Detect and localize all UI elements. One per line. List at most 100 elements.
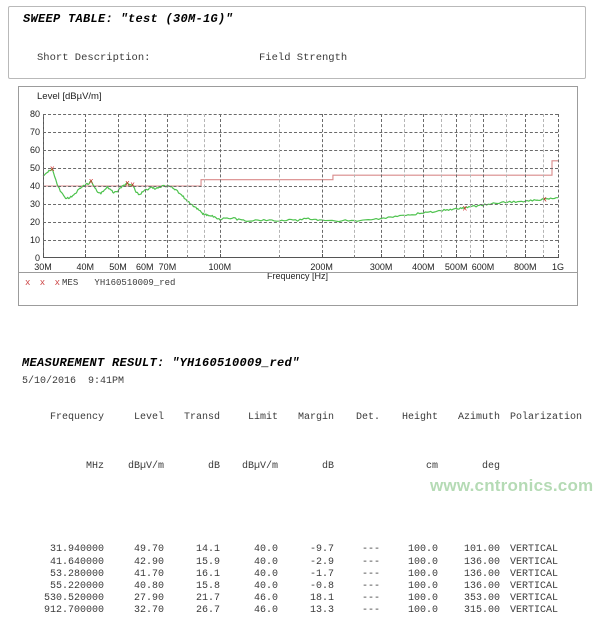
chart-gridline-vertical — [43, 114, 44, 258]
table-row: 912.70000032.7026.746.013.3---100.0315.0… — [22, 605, 600, 617]
chart-gridline-vertical — [456, 114, 457, 258]
cell-limit: 40.0 — [220, 544, 278, 556]
cell-level: 40.80 — [104, 581, 164, 593]
cell-azimuth: 353.00 — [438, 593, 500, 605]
x-axis-tick-label: 30M — [34, 262, 52, 272]
result-time: 9:41PM — [88, 376, 124, 387]
x-axis-tick-minor — [187, 255, 188, 258]
y-axis-tick-label: 80 — [30, 109, 40, 119]
sweep-description-row: Short Description:Field Strength — [37, 52, 511, 64]
x-axis-tick-minor — [354, 255, 355, 258]
result-table-spacer — [22, 510, 600, 520]
cell-transd: 21.7 — [164, 593, 220, 605]
cell-azimuth: 136.00 — [438, 569, 500, 581]
chart-gridline-vertical — [322, 114, 323, 258]
col-transd: Transd — [164, 412, 220, 424]
measurement-result-title: MEASUREMENT RESULT: "YH160510009_red" — [22, 356, 300, 370]
x-axis-tick-minor — [506, 255, 507, 258]
cell-margin: -1.7 — [278, 569, 334, 581]
cell-det: --- — [334, 581, 380, 593]
chart-gridline-vertical — [558, 114, 559, 258]
y-axis-tick-label: 60 — [30, 145, 40, 155]
measurement-trace — [43, 169, 558, 222]
legend-separator — [19, 272, 577, 273]
cell-polarization: VERTICAL — [500, 581, 600, 593]
chart-gridline-vertical-minor — [506, 114, 507, 258]
x-axis-tick-minor — [404, 255, 405, 258]
x-axis-tick — [456, 254, 457, 258]
result-date: 5/10/2016 — [22, 376, 76, 387]
cell-level: 41.70 — [104, 569, 164, 581]
cell-height: 100.0 — [380, 544, 438, 556]
chart-gridline-horizontal — [43, 150, 558, 151]
cell-det: --- — [334, 569, 380, 581]
cell-polarization: VERTICAL — [500, 569, 600, 581]
chart-gridline-vertical — [145, 114, 146, 258]
x-axis-tick — [43, 254, 44, 258]
unit-height: cm — [380, 461, 438, 473]
col-level: Level — [104, 412, 164, 424]
chart-gridline-vertical — [118, 114, 119, 258]
x-axis-tick-minor — [470, 255, 471, 258]
x-axis-tick-minor — [543, 255, 544, 258]
unit-azimuth: deg — [438, 461, 500, 473]
chart-marker-x-icon: x — [131, 180, 135, 189]
chart-gridline-vertical-minor — [279, 114, 280, 258]
chart-gridline-vertical — [381, 114, 382, 258]
x-axis-tick-label: 60M — [136, 262, 154, 272]
chart-gridline-vertical — [483, 114, 484, 258]
chart-gridline-vertical-minor — [354, 114, 355, 258]
chart-gridline-vertical-minor — [441, 114, 442, 258]
result-header-row-1: FrequencyLevelTransdLimitMarginDet.Heigh… — [22, 412, 600, 424]
cell-azimuth: 136.00 — [438, 581, 500, 593]
x-axis-tick — [85, 254, 86, 258]
cell-margin: -9.7 — [278, 544, 334, 556]
measurement-result-table: FrequencyLevelTransdLimitMarginDet.Heigh… — [22, 388, 600, 618]
spectrum-chart-panel: Level [dBµV/m] Frequency [Hz] xxxxxx 010… — [18, 86, 578, 306]
cell-frequency: 31.940000 — [22, 544, 104, 556]
chart-gridline-vertical-minor — [187, 114, 188, 258]
unit-limit: dBµV/m — [220, 461, 278, 473]
cell-polarization: VERTICAL — [500, 557, 600, 569]
cell-limit: 46.0 — [220, 605, 278, 617]
cell-frequency: 53.280000 — [22, 569, 104, 581]
chart-gridline-horizontal — [43, 132, 558, 133]
cell-limit: 40.0 — [220, 581, 278, 593]
table-row: 530.52000027.9021.746.018.1---100.0353.0… — [22, 593, 600, 605]
cell-det: --- — [334, 544, 380, 556]
y-axis-tick-label: 70 — [30, 127, 40, 137]
chart-y-axis-title: Level [dBµV/m] — [37, 91, 102, 102]
x-axis-tick-label: 100M — [209, 262, 232, 272]
chart-inner: Level [dBµV/m] Frequency [Hz] xxxxxx 010… — [19, 87, 577, 272]
col-det: Det. — [334, 412, 380, 424]
y-axis-tick-label: 10 — [30, 235, 40, 245]
cell-margin: 18.1 — [278, 593, 334, 605]
chart-marker-x-icon: x — [89, 176, 93, 185]
x-axis-tick-label: 600M — [472, 262, 495, 272]
chart-gridline-vertical — [85, 114, 86, 258]
col-azimuth: Azimuth — [438, 412, 500, 424]
chart-gridline-vertical-minor — [470, 114, 471, 258]
x-axis-tick — [118, 254, 119, 258]
cell-level: 42.90 — [104, 557, 164, 569]
x-axis-tick — [167, 254, 168, 258]
cell-limit: 46.0 — [220, 593, 278, 605]
x-axis-tick-label: 200M — [310, 262, 333, 272]
chart-gridline-horizontal — [43, 240, 558, 241]
chart-legend: x x xMES YH160510009_red — [25, 277, 175, 289]
cell-level: 32.70 — [104, 605, 164, 617]
cell-azimuth: 315.00 — [438, 605, 500, 617]
table-row: 55.22000040.8015.840.0-0.8---100.0136.00… — [22, 581, 600, 593]
x-axis-tick-label: 500M — [445, 262, 468, 272]
chart-gridline-vertical-minor — [204, 114, 205, 258]
chart-plot-area: xxxxxx 0102030405060708030M40M50M60M70M1… — [43, 114, 558, 258]
cell-margin: -0.8 — [278, 581, 334, 593]
cell-frequency: 41.640000 — [22, 557, 104, 569]
x-axis-tick-label: 70M — [159, 262, 177, 272]
cell-height: 100.0 — [380, 581, 438, 593]
table-row: 31.94000049.7014.140.0-9.7---100.0101.00… — [22, 544, 600, 556]
table-row: 41.64000042.9015.940.0-2.9---100.0136.00… — [22, 557, 600, 569]
cell-height: 100.0 — [380, 557, 438, 569]
cell-azimuth: 101.00 — [438, 544, 500, 556]
unit-margin: dB — [278, 461, 334, 473]
